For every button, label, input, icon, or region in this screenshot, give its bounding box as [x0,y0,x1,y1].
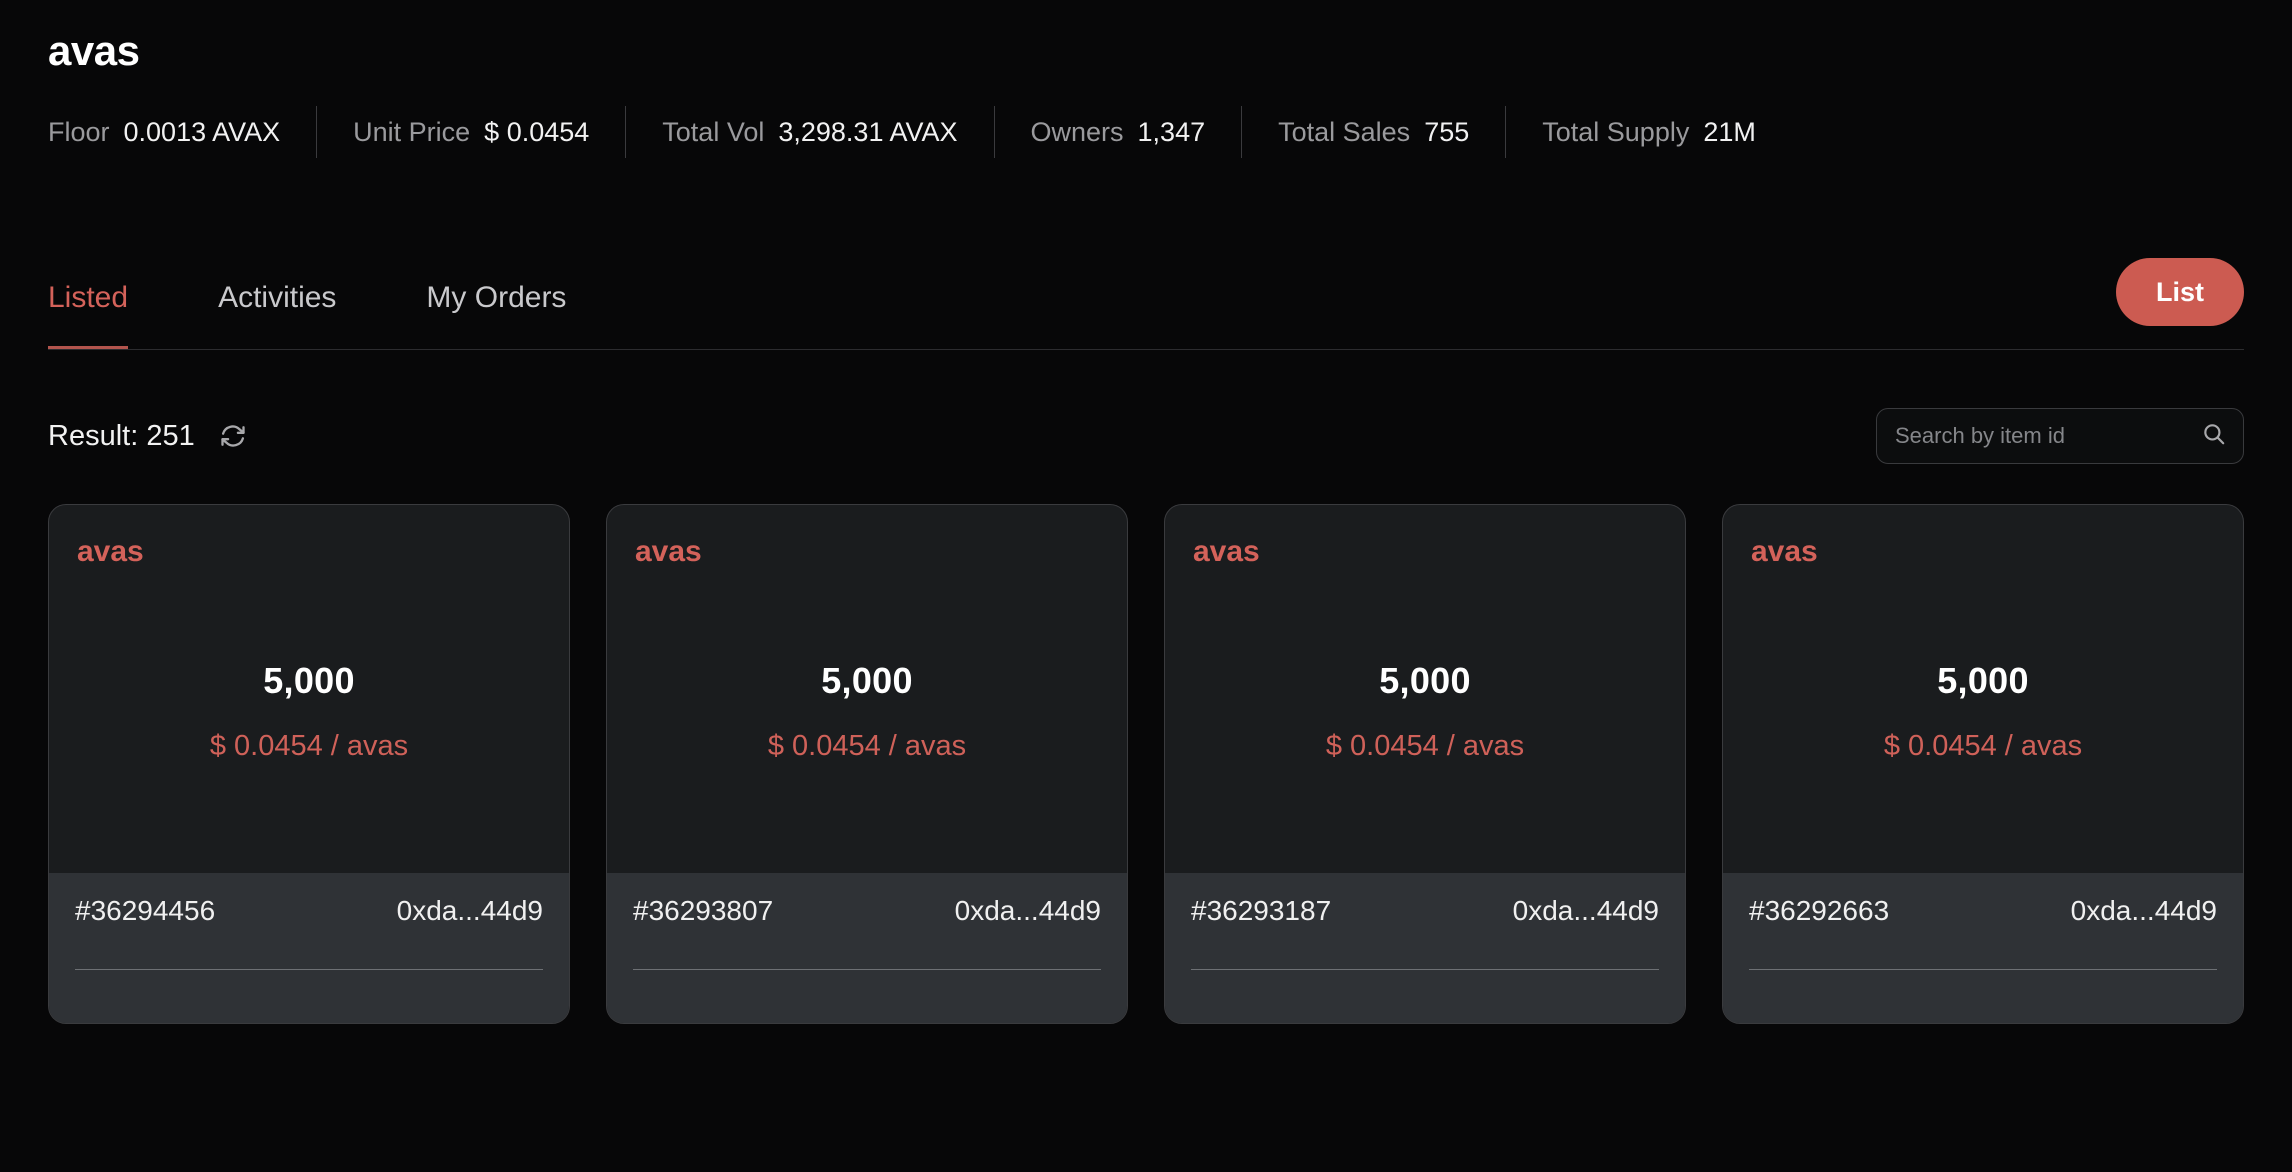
stat-value: 1,347 [1137,117,1206,148]
card-item-id: #36293807 [633,895,774,927]
card-footer: #36293187 0xda...44d9 [1165,873,1685,1024]
card-divider [75,969,543,971]
stat-label: Total Supply [1542,117,1690,148]
stat-label: Floor [48,117,110,148]
listing-card[interactable]: avas 5,000 $ 0.0454 / avas #36293187 0xd… [1164,504,1686,1025]
card-item-id: #36293187 [1191,895,1332,927]
card-amount: 5,000 [1379,660,1471,702]
list-button[interactable]: List [2116,258,2244,327]
card-price: $ 0.0454 / avas [1325,730,1525,763]
stat-value: $ 0.0454 [484,117,590,148]
card-owner-address: 0xda...44d9 [2070,895,2217,927]
tab-listed[interactable]: Listed [48,246,129,350]
card-center: 5,000 $ 0.0454 / avas [77,568,541,873]
refresh-icon[interactable] [219,422,247,450]
stat-owners: Owners 1,347 [995,106,1242,158]
card-owner-address: 0xda...44d9 [396,895,543,927]
result-toolbar: Result: 251 [48,408,2244,465]
card-amount: 5,000 [1937,660,2029,702]
stat-label: Owners [1030,117,1124,148]
card-divider [1749,969,2217,971]
stat-label: Total Vol [662,117,765,148]
card-item-id: #36292663 [1749,895,1890,927]
stat-label: Total Sales [1278,117,1411,148]
tab-activities[interactable]: Activities [218,246,336,349]
card-owner-address: 0xda...44d9 [954,895,1101,927]
card-amount: 5,000 [263,660,355,702]
page-title: avas [48,27,140,74]
collection-stats: Floor 0.0013 AVAX Unit Price $ 0.0454 To… [48,106,2244,159]
stat-floor: Floor 0.0013 AVAX [48,106,316,158]
card-footer-row: #36293187 0xda...44d9 [1191,895,1659,927]
card-item-id: #36294456 [75,895,216,927]
tabs-bar: Listed Activities My Orders List [48,246,2244,351]
card-footer: #36294456 0xda...44d9 [49,873,569,1024]
card-center: 5,000 $ 0.0454 / avas [1193,568,1657,873]
card-amount: 5,000 [821,660,913,702]
stat-total-vol: Total Vol 3,298.31 AVAX [626,106,993,158]
card-center: 5,000 $ 0.0454 / avas [1751,568,2215,873]
listings-grid: avas 5,000 $ 0.0454 / avas #36294456 0xd… [48,504,2244,1025]
listing-card[interactable]: avas 5,000 $ 0.0454 / avas #36294456 0xd… [48,504,570,1025]
card-price: $ 0.0454 / avas [209,730,409,763]
stat-value: 21M [1703,117,1756,148]
listing-card[interactable]: avas 5,000 $ 0.0454 / avas #36293807 0xd… [606,504,1128,1025]
card-ticker: avas [77,535,144,569]
collection-page: avas Floor 0.0013 AVAX Unit Price $ 0.04… [0,0,2292,1172]
card-divider [1191,969,1659,971]
search-input[interactable] [1877,409,2201,464]
card-ticker: avas [1193,535,1260,569]
card-footer-row: #36294456 0xda...44d9 [75,895,543,927]
card-body: avas 5,000 $ 0.0454 / avas [1723,505,2243,873]
stat-value: 755 [1424,117,1470,148]
card-owner-address: 0xda...44d9 [1512,895,1659,927]
card-price: $ 0.0454 / avas [767,730,967,763]
card-divider [633,969,1101,971]
card-ticker: avas [635,535,702,569]
stat-total-supply: Total Supply 21M [1506,106,1792,158]
card-body: avas 5,000 $ 0.0454 / avas [49,505,569,873]
result-group: Result: 251 [48,420,247,453]
tab-my-orders[interactable]: My Orders [426,246,566,349]
card-footer: #36292663 0xda...44d9 [1723,873,2243,1024]
stat-value: 0.0013 AVAX [123,117,281,148]
card-body: avas 5,000 $ 0.0454 / avas [1165,505,1685,873]
stat-unit-price: Unit Price $ 0.0454 [317,106,625,158]
tabs: Listed Activities My Orders [48,246,656,350]
card-footer-row: #36292663 0xda...44d9 [1749,895,2217,927]
stat-label: Unit Price [353,117,471,148]
result-count: Result: 251 [48,419,195,452]
card-price: $ 0.0454 / avas [1883,730,2083,763]
search-icon[interactable] [2201,421,2243,452]
listing-card[interactable]: avas 5,000 $ 0.0454 / avas #36292663 0xd… [1722,504,2244,1025]
stat-total-sales: Total Sales 755 [1242,106,1505,158]
card-footer: #36293807 0xda...44d9 [607,873,1127,1024]
card-center: 5,000 $ 0.0454 / avas [635,568,1099,873]
card-body: avas 5,000 $ 0.0454 / avas [607,505,1127,873]
card-footer-row: #36293807 0xda...44d9 [633,895,1101,927]
stat-value: 3,298.31 AVAX [778,117,958,148]
card-ticker: avas [1751,535,1818,569]
search-box[interactable] [1876,408,2244,465]
